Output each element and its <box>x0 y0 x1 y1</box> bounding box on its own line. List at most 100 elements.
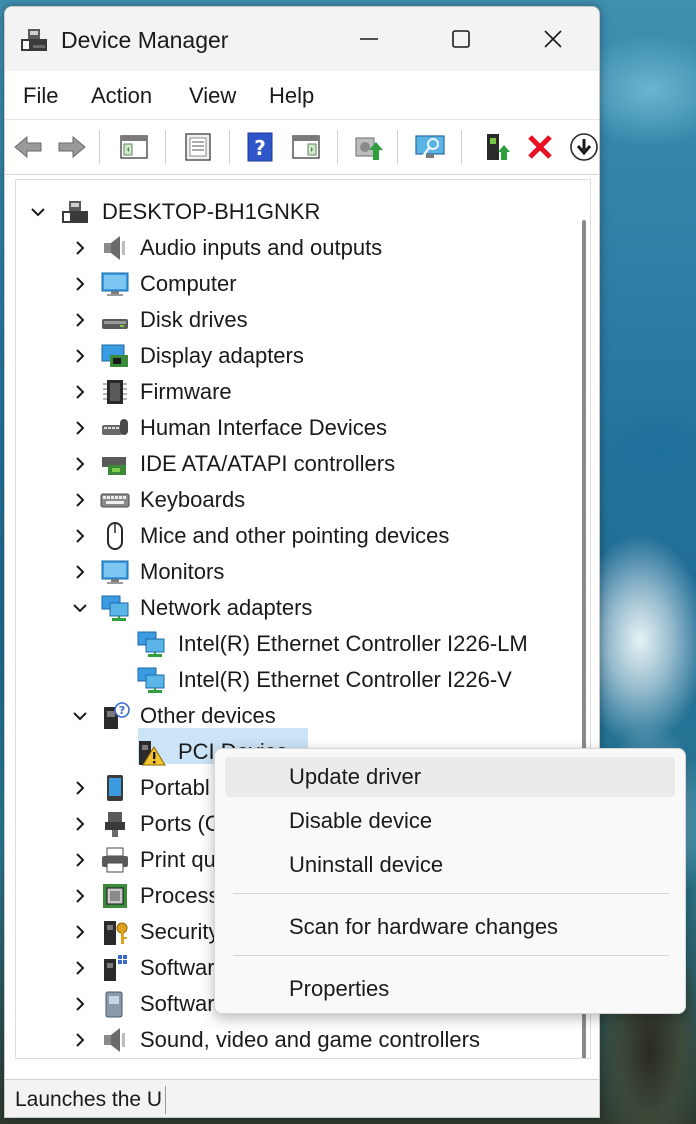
tree-category-audio-inputs-and-outputs[interactable]: Audio inputs and outputs <box>16 230 576 266</box>
tree-category-network-adapters[interactable]: Network adapters <box>16 590 576 626</box>
chevron-right-icon[interactable] <box>70 310 90 330</box>
monitor-icon <box>101 560 129 584</box>
tree-item-label: Firmware <box>140 379 232 404</box>
speaker-icon <box>104 1028 125 1052</box>
tree-item-label: IDE ATA/ATAPI controllers <box>140 451 396 476</box>
menu-help[interactable]: Help <box>269 83 314 109</box>
chevron-down-icon[interactable] <box>70 706 90 726</box>
chevron-right-icon[interactable] <box>70 886 90 906</box>
back-icon[interactable] <box>11 130 45 164</box>
tree-item-label: Disk drives <box>140 307 248 332</box>
tree-category-firmware[interactable]: Firmware <box>16 374 576 410</box>
tree-category-display-adapters[interactable]: Display adapters <box>16 338 576 374</box>
menu-item-update-driver[interactable]: Update driver <box>225 757 675 797</box>
toolbar-separator <box>99 130 100 164</box>
chevron-right-icon[interactable] <box>70 778 90 798</box>
disable-device-icon[interactable] <box>567 130 600 164</box>
chevron-right-icon[interactable] <box>70 274 90 294</box>
tree-device-intel-r-ethernet-controller-i226-lm[interactable]: Intel(R) Ethernet Controller I226-LM <box>16 626 576 662</box>
chevron-right-icon[interactable] <box>70 346 90 366</box>
menu-action[interactable]: Action <box>91 83 152 109</box>
tree-item-label: Portabl <box>140 775 210 800</box>
menu-item-disable-device[interactable]: Disable device <box>225 801 675 841</box>
tree-item-label: Monitors <box>140 559 225 584</box>
toolbar-separator <box>229 130 230 164</box>
tree-root[interactable]: DESKTOP-BH1GNKR <box>16 194 576 230</box>
close-icon <box>544 30 562 48</box>
chevron-right-icon[interactable] <box>70 418 90 438</box>
tree-item-label: Print qu <box>140 847 216 872</box>
menu-item-properties[interactable]: Properties <box>225 969 675 1009</box>
context-menu: Update driver Disable device Uninstall d… <box>214 748 686 1014</box>
tree-item-label: Sound, video and game controllers <box>140 1027 480 1052</box>
tree-category-ide-ata-atapi-controllers[interactable]: IDE ATA/ATAPI controllers <box>16 446 576 482</box>
chevron-right-icon[interactable] <box>70 526 90 546</box>
uninstall-device-icon[interactable] <box>523 130 557 164</box>
tree-device-intel-r-ethernet-controller-i226-v[interactable]: Intel(R) Ethernet Controller I226-V <box>16 662 576 698</box>
tree-category-mice-and-other-pointing-devices[interactable]: Mice and other pointing devices <box>16 518 576 554</box>
tree-category-human-interface-devices[interactable]: Human Interface Devices <box>16 410 576 446</box>
tree-item-label: Audio inputs and outputs <box>140 235 383 260</box>
tree-category-monitors[interactable]: Monitors <box>16 554 576 590</box>
tree-category-storage-controllers[interactable]: Storage controllers <box>16 1058 576 1059</box>
svg-text:?: ? <box>119 704 125 717</box>
processor-icon <box>103 884 127 908</box>
tree-item-label: Keyboards <box>140 487 246 512</box>
tree-category-disk-drives[interactable]: Disk drives <box>16 302 576 338</box>
tree-item-label: Display adapters <box>140 343 304 368</box>
update-driver-icon[interactable] <box>351 130 385 164</box>
tree-category-sound-video-and-game-controllers[interactable]: Sound, video and game controllers <box>16 1022 576 1058</box>
tree-category-keyboards[interactable]: Keyboards <box>16 482 576 518</box>
menu-file[interactable]: File <box>23 83 58 109</box>
chevron-right-icon[interactable] <box>70 922 90 942</box>
properties-icon[interactable] <box>181 130 215 164</box>
chevron-right-icon[interactable] <box>70 994 90 1014</box>
forward-icon[interactable] <box>55 130 89 164</box>
menu-item-uninstall-device[interactable]: Uninstall device <box>225 845 675 885</box>
computer-icon <box>101 272 129 296</box>
tree-category-other-devices[interactable]: ? Other devices <box>16 698 576 734</box>
unknown-device-icon: ? <box>104 702 130 729</box>
toolbar: ? <box>5 119 599 175</box>
tree-item-label: Ports (C <box>140 811 221 836</box>
chevron-down-icon[interactable] <box>28 202 48 222</box>
chevron-right-icon[interactable] <box>70 238 90 258</box>
minimize-button[interactable] <box>323 7 415 71</box>
toolbar-separator <box>461 130 462 164</box>
chevron-right-icon[interactable] <box>70 562 90 582</box>
tree-root-label: DESKTOP-BH1GNKR <box>102 199 321 224</box>
menu-separator <box>233 955 669 956</box>
chevron-right-icon[interactable] <box>70 958 90 978</box>
add-legacy-hardware-icon[interactable] <box>481 130 515 164</box>
security-device-icon <box>104 921 128 945</box>
menu-view[interactable]: View <box>189 83 236 109</box>
chevron-right-icon[interactable] <box>70 1030 90 1050</box>
printer-icon <box>102 847 128 873</box>
ide-controller-icon <box>102 457 126 475</box>
menu-item-scan-hardware[interactable]: Scan for hardware changes <box>225 907 675 947</box>
speaker-icon <box>104 236 125 260</box>
chevron-right-icon[interactable] <box>70 814 90 834</box>
hid-icon <box>102 419 128 435</box>
chevron-right-icon[interactable] <box>70 850 90 870</box>
show-action-pane-icon[interactable] <box>289 130 323 164</box>
maximize-icon <box>452 30 470 48</box>
chevron-right-icon[interactable] <box>70 454 90 474</box>
tree-item-label: Other devices <box>140 703 276 728</box>
chevron-right-icon[interactable] <box>70 490 90 510</box>
show-hide-console-tree-icon[interactable] <box>117 130 151 164</box>
maximize-button[interactable] <box>415 7 507 71</box>
device-manager-app-icon <box>21 29 47 51</box>
help-icon[interactable]: ? <box>243 130 277 164</box>
tree-item-label: Computer <box>140 271 237 296</box>
status-text: Launches the U <box>15 1088 163 1111</box>
close-button[interactable] <box>507 7 599 71</box>
chevron-right-icon[interactable] <box>70 382 90 402</box>
warning-device-icon <box>139 741 166 766</box>
scan-hardware-icon[interactable] <box>413 130 447 164</box>
tree-category-computer[interactable]: Computer <box>16 266 576 302</box>
title-bar[interactable]: Device Manager <box>5 7 599 71</box>
chevron-down-icon[interactable] <box>70 598 90 618</box>
tree-item-label: Human Interface Devices <box>140 415 387 440</box>
network-adapter-icon <box>137 631 165 657</box>
